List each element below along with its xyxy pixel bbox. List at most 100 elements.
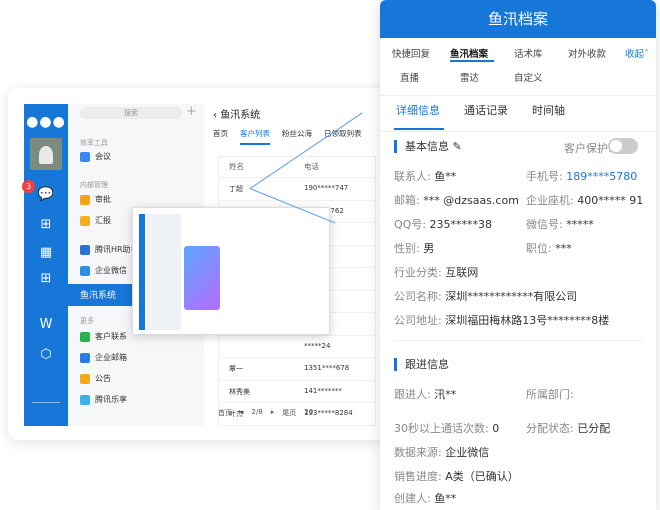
nav-report[interactable]: 汇报 [80,214,111,228]
label: 公司地址: [394,314,442,327]
search-input[interactable]: 搜索 [80,107,182,119]
more-icon[interactable]: ●●● [24,114,68,130]
table-row[interactable]: 覃一 1351****678 [219,357,377,377]
tab-detail[interactable]: 详细信息 [396,102,440,118]
value: *** @dzsaas.com [423,194,519,207]
tab-customer-list[interactable]: 客户列表 [240,128,270,145]
label: 跟进人: [394,388,431,401]
rail-divider [32,402,60,403]
field-industry: 行业分类: 互联网 [394,264,478,280]
label: 所属部门: [526,388,574,401]
meeting-icon [80,152,90,162]
calendar-icon[interactable]: ▦ [36,244,56,262]
cube-icon[interactable]: ⬡ [36,346,56,364]
field-qq: QQ号: 235*****38 [394,216,492,232]
tab-yuxun-profile[interactable]: 鱼汛档案 [450,46,488,60]
tab-fans[interactable]: 粉丝公海 [282,128,312,145]
doc-icon[interactable]: W [36,316,56,334]
nav-label: 企业邮箱 [95,353,127,362]
panel-tabs: 快捷回复 鱼汛档案 话术库 对外收款 收起ˆ 直播 雷达 自定义 [380,38,656,96]
label: 职位: [526,242,552,255]
label: 30秒以上通话次数: [394,422,489,435]
label: 公司名称: [394,290,442,303]
field-company: 公司名称: 深圳************有限公司 [394,288,577,304]
pager-next[interactable]: ▸ [271,408,275,418]
value: 互联网 [445,266,479,279]
value: 男 [423,242,435,255]
nav-group-tools: 效率工具 [80,139,108,147]
divider [394,340,642,341]
nav-label: 腾讯乐享 [95,395,127,404]
edit-icon[interactable]: ✎ [453,140,462,153]
value: 235*****38 [429,218,493,231]
field-source: 数据来源: 企业微信 [394,444,489,460]
nav-lexiang[interactable]: 腾讯乐享 [80,393,127,407]
field-dept: 所属部门: [526,386,574,402]
nav-approve[interactable]: 审批 [80,193,111,207]
tab-call-log[interactable]: 通话记录 [464,102,508,118]
cell-phone: *****24 [304,341,331,350]
field-wechat: 微信号: ***** [526,216,594,232]
main-tabs: 首页 客户列表 粉丝公海 已领取列表 [213,128,362,145]
value: 汛** [434,388,457,401]
report-icon [80,216,90,226]
org-icon[interactable]: ⊞ [36,216,56,234]
cell-name: 林秀美 [229,387,250,396]
mobile-link[interactable]: 189****5780 [566,170,637,183]
chat-icon[interactable]: 💬 [36,186,56,204]
pager: 首页 ◂ 2/8 ▸ 尾页 20 [218,408,313,418]
protect-label: 客户保护: [564,142,612,155]
left-rail: ●●● 💬 ⊞ ▦ ⊞ W ⬡ [24,104,68,426]
tab-quick-reply[interactable]: 快捷回复 [392,46,430,60]
nav-mail[interactable]: 企业邮箱 [80,351,127,365]
field-mobile: 手机号: 189****5780 [526,168,637,184]
protect-toggle[interactable] [608,138,638,154]
tab-claimed[interactable]: 已领取列表 [324,128,362,145]
avatar[interactable] [30,138,62,170]
field-landline: 企业座机: 400***** 91 [526,192,643,208]
label: 数据来源: [394,446,442,459]
tab-home[interactable]: 首页 [213,128,228,145]
pager-first[interactable]: 首页 [218,408,232,418]
nav-meeting[interactable]: 会议 [80,150,111,164]
label: 性别: [394,242,420,255]
contacts-icon [80,332,90,342]
tab-custom[interactable]: 自定义 [514,70,543,84]
tab-script[interactable]: 话术库 [514,46,543,60]
value: 企业微信 [445,446,490,459]
apps-icon[interactable]: ⊞ [36,270,56,288]
stage: ●●● 💬 ⊞ ▦ ⊞ W ⬡ 3 搜索 + 效率工具 会议 内部管理 审批 汇… [0,0,660,510]
nav-label: 鱼汛系统 [80,291,117,301]
nav-notice[interactable]: 公告 [80,372,111,386]
nav-label: 汇报 [95,216,111,225]
main-title-text: 鱼汛系统 [220,110,261,121]
page-size[interactable]: 20 [304,408,313,418]
nav-wecom[interactable]: 企业微信 [80,264,127,278]
label: 创建人: [394,492,431,505]
phone-preview [184,246,220,310]
field-gender: 性别: 男 [394,240,434,256]
nav-hr[interactable]: 腾讯HR助手 [80,243,139,257]
cell-phone: 1351****678 [304,364,350,372]
nav-group-more: 更多 [80,317,94,325]
col-name: 姓名 [229,162,244,171]
add-icon[interactable]: + [186,104,197,119]
nav-contacts[interactable]: 客户联系 [80,330,127,344]
table-row[interactable]: 林秀美 141******* [219,379,377,400]
panel-title: 鱼汛档案 [380,0,656,38]
wecom-icon [80,266,90,276]
pager-prev[interactable]: ◂ [240,408,244,418]
tab-live[interactable]: 直播 [400,70,419,84]
field-address: 公司地址: 深圳福田梅林路13号********8楼 [394,312,609,328]
cell-name: 丁超 [229,185,243,193]
tab-radar[interactable]: 雷达 [460,70,479,84]
collapse-button[interactable]: 收起ˆ [625,46,649,60]
table-row[interactable]: 丁超 190*****747 [219,177,377,197]
tab-timeline[interactable]: 时间轴 [532,102,565,118]
tab-payment[interactable]: 对外收款 [568,46,606,60]
preview-list [147,214,181,330]
pager-last[interactable]: 尾页 [282,408,296,418]
label: 行业分类: [394,266,442,279]
chat-preview-popup [132,207,330,335]
table-row[interactable]: *****24 [219,334,377,355]
